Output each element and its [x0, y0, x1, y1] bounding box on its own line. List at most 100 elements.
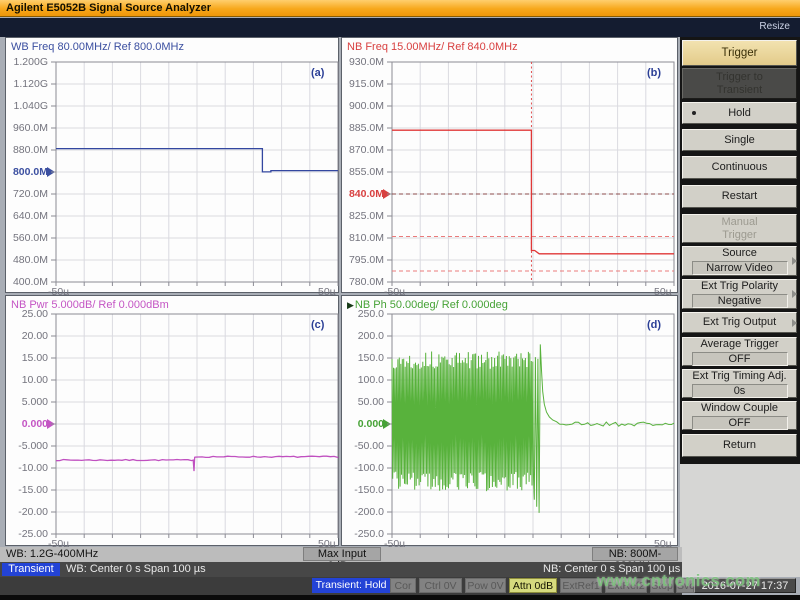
plot-b-ytick: 915.0M	[342, 78, 384, 90]
status-indicator-extref2: ExtRef2	[605, 578, 647, 593]
menu-strip: Resize	[0, 18, 800, 37]
plot-a-ytick: 880.0M	[6, 144, 48, 156]
plot-b-ytick: 780.0M	[342, 276, 384, 288]
plot-b-ytick: 795.0M	[342, 254, 384, 266]
softkey-average-trigger[interactable]: Average TriggerOFF	[682, 337, 797, 366]
app-window: Agilent E5052B Signal Source Analyzer Re…	[0, 0, 800, 600]
plot-a-ytick: 480.0M	[6, 254, 48, 266]
plot-b-ytick: 930.0M	[342, 56, 384, 68]
plot-c-ytick: -15.00	[6, 484, 48, 496]
measurement-mode-badge: Transient	[2, 563, 60, 576]
nb-range-readout: NB: 800M-880MHz	[592, 547, 678, 561]
plot-c-canvas	[50, 312, 342, 540]
sweep-status-bar: Transient WB: Center 0 s Span 100 µs NB:…	[0, 562, 682, 577]
plot-b-ytick: 810.0M	[342, 232, 384, 244]
status-indicator-svc: Svc	[676, 578, 694, 593]
plot-b-ytick: 900.0M	[342, 100, 384, 112]
plot-b-ytick: 855.0M	[342, 166, 384, 178]
wb-range-readout: WB: 1.2G-400MHz	[6, 548, 98, 560]
resize-button[interactable]: Resize	[759, 21, 790, 32]
softkey-source-value: Narrow Video	[692, 261, 788, 275]
max-input-readout: Max Input 0dBm	[303, 547, 381, 561]
plot-c-ytick: -10.00	[6, 462, 48, 474]
softkey-source[interactable]: SourceNarrow Video	[682, 246, 797, 276]
softkey-menu: Trigger Trigger toTransient Hold Single Con…	[680, 37, 800, 464]
plot-d-ytick: 50.00	[342, 396, 384, 408]
plot-d-ytick: -200.0	[342, 506, 384, 518]
softkey-menu-empty-area	[680, 464, 800, 577]
plot-c-ytick: 0.000	[6, 418, 48, 430]
window-title: Agilent E5052B Signal Source Analyzer	[6, 2, 211, 14]
plot-d-ytick: -50.00	[342, 440, 384, 452]
window-titlebar: Agilent E5052B Signal Source Analyzer	[0, 0, 800, 17]
softkey-hold[interactable]: Hold	[682, 102, 797, 124]
status-indicator-extref1: ExtRef1	[560, 578, 602, 593]
plot-d-ytick: 150.0	[342, 352, 384, 364]
softkey-single[interactable]: Single	[682, 129, 797, 151]
status-indicator-cor: Cor	[390, 578, 416, 593]
softkey-continuous[interactable]: Continuous	[682, 156, 797, 179]
plot-panel-nb-power: ▶NB Pwr 5.000dB/ Ref 0.000dBm 25.0020.00…	[5, 295, 339, 546]
nb-sweep-readout: NB: Center 0 s Span 100 µs	[543, 563, 680, 575]
plot-d-ytick: -100.0	[342, 462, 384, 474]
wb-sweep-readout: WB: Center 0 s Span 100 µs	[66, 563, 206, 575]
trigger-status-badge: Transient: Hold	[312, 578, 390, 593]
softkey-ext-trig-output[interactable]: Ext Trig Output	[682, 312, 797, 333]
plot-b-ytick: 840.0M	[342, 188, 384, 200]
menu-header-trigger[interactable]: Trigger	[682, 40, 797, 66]
plot-a-canvas	[50, 60, 342, 288]
plot-a-ytick: 1.040G	[6, 100, 48, 112]
plot-b-title: ▶NB Freq 15.00MHz/ Ref 840.0MHz	[347, 41, 518, 53]
softkey-ext-trig-timing-adj-value: 0s	[692, 384, 788, 398]
plot-c-ytick: -25.00	[6, 528, 48, 540]
softkey-return[interactable]: Return	[682, 434, 797, 457]
plot-d-ytick: 250.0	[342, 308, 384, 320]
submenu-arrow-icon	[792, 290, 797, 298]
status-indicator-stop: Stop	[650, 578, 674, 593]
selected-dot-icon	[692, 111, 696, 115]
plot-b-ytick: 885.0M	[342, 122, 384, 134]
status-indicator-pow-0v: Pow 0V	[465, 578, 506, 593]
plot-a-ytick: 1.120G	[6, 78, 48, 90]
plot-d-ytick: -250.0	[342, 528, 384, 540]
plot-c-ytick: 25.00	[6, 308, 48, 320]
plot-d-canvas	[386, 312, 678, 540]
softkey-trigger-to-transient: Trigger toTransient	[682, 68, 797, 99]
plot-a-ytick: 1.200G	[6, 56, 48, 68]
submenu-arrow-icon	[792, 257, 797, 265]
range-readout-bar: WB: 1.2G-400MHz Max Input 0dBm NB: 800M-…	[0, 547, 682, 562]
plot-c-ytick: -5.000	[6, 440, 48, 452]
softkey-ext-trig-timing-adj[interactable]: Ext Trig Timing Adj.0s	[682, 369, 797, 398]
plot-a-ytick: 720.0M	[6, 188, 48, 200]
softkey-ext-trig-polarity[interactable]: Ext Trig PolarityNegative	[682, 279, 797, 309]
plot-b-canvas	[386, 60, 678, 288]
instrument-status-bar: Transient: Hold 2016-07-27 17:37 CorCtrl…	[0, 577, 800, 595]
softkey-ext-trig-polarity-value: Negative	[692, 294, 788, 308]
softkey-window-couple[interactable]: Window CoupleOFF	[682, 401, 797, 430]
softkey-average-trigger-value: OFF	[692, 352, 788, 366]
datetime-readout: 2016-07-27 17:37	[694, 578, 796, 593]
softkey-window-couple-value: OFF	[692, 416, 788, 430]
plot-panel-nb-phase: ▶NB Ph 50.00deg/ Ref 0.000deg 250.0200.0…	[341, 295, 678, 546]
softkey-manual-trigger: ManualTrigger	[682, 214, 797, 243]
plot-d-ytick: 0.000	[342, 418, 384, 430]
plot-c-ytick: 15.00	[6, 352, 48, 364]
plot-a-ytick: 960.0M	[6, 122, 48, 134]
status-indicator-ctrl-0v: Ctrl 0V	[419, 578, 462, 593]
plot-a-ytick: 640.0M	[6, 210, 48, 222]
plot-c-ytick: 5.000	[6, 396, 48, 408]
plot-a-ytick: 560.0M	[6, 232, 48, 244]
plot-panel-nb-freq: ▶NB Freq 15.00MHz/ Ref 840.0MHz 930.0M 91…	[341, 37, 678, 293]
softkey-restart[interactable]: Restart	[682, 185, 797, 208]
plot-d-ytick: -150.0	[342, 484, 384, 496]
submenu-arrow-icon	[792, 319, 797, 327]
plot-a-ytick: 400.0M	[6, 276, 48, 288]
plot-c-ytick: -20.00	[6, 506, 48, 518]
plot-a-ytick: 800.0M	[6, 166, 48, 178]
plot-b-ytick: 825.0M	[342, 210, 384, 222]
plot-c-ytick: 20.00	[6, 330, 48, 342]
plot-panel-wb-freq: ▶WB Freq 80.00MHz/ Ref 800.0MHz 1.200G 1.…	[5, 37, 339, 293]
plot-d-ytick: 200.0	[342, 330, 384, 342]
plot-a-title: ▶WB Freq 80.00MHz/ Ref 800.0MHz	[11, 41, 184, 53]
plot-b-ytick: 870.0M	[342, 144, 384, 156]
